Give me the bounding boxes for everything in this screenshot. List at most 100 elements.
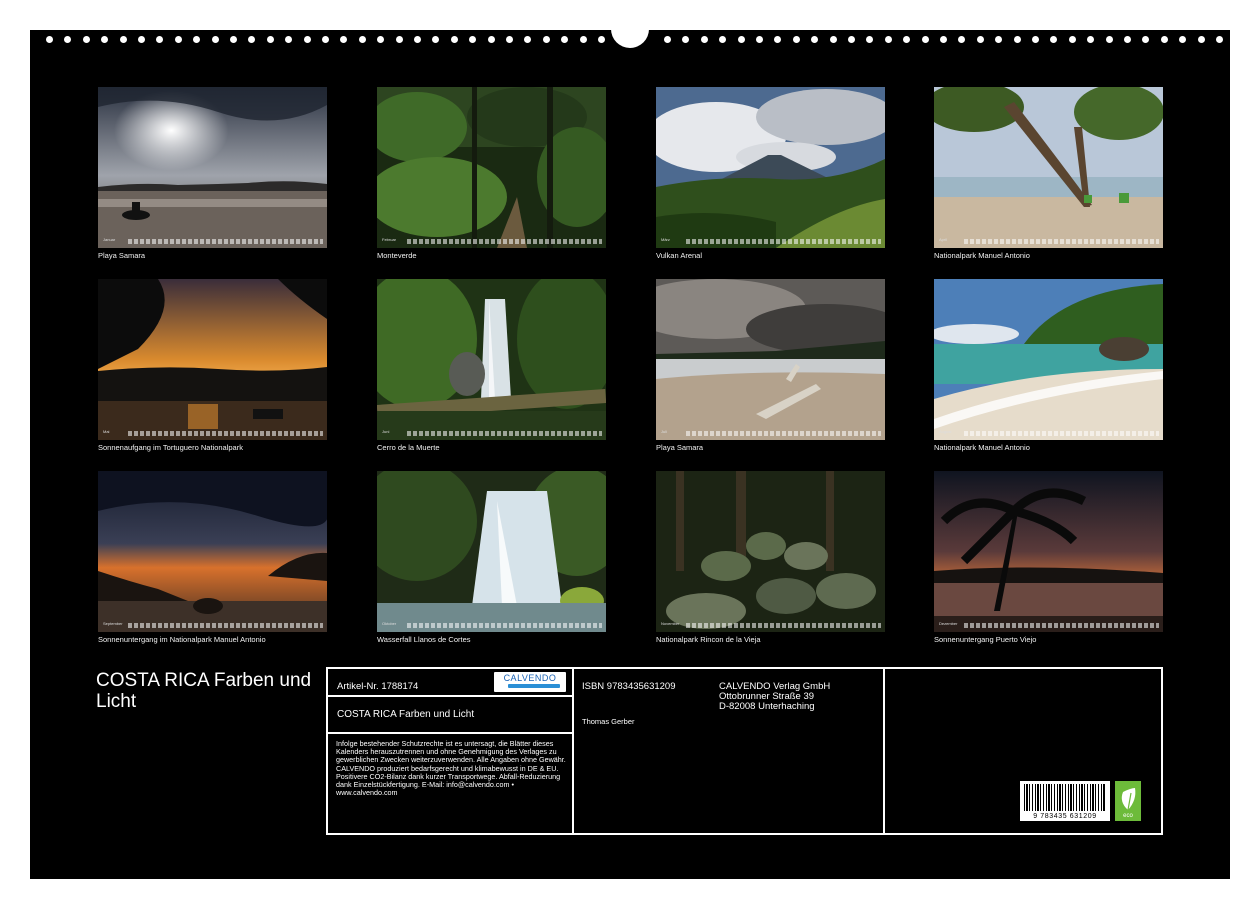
calendar-grid-strip: April xyxy=(936,237,1161,245)
binding-hole xyxy=(1179,36,1187,43)
photo-caption: Sonnenuntergang Puerto Viejo xyxy=(934,635,1037,644)
binding-hole xyxy=(46,36,53,43)
binding-hole xyxy=(598,36,605,43)
photo-caption: Vulkan Arenal xyxy=(656,251,703,260)
binding-hole xyxy=(358,36,366,43)
month-label: April xyxy=(939,237,948,242)
binding-hole xyxy=(322,36,329,43)
binding-hole xyxy=(561,36,569,43)
photo-manuel-antonio-beach: April xyxy=(934,87,1163,248)
month-label: Juli xyxy=(661,429,668,434)
photo-manuel-antonio-sunset: September xyxy=(98,471,327,632)
binding-hole xyxy=(211,36,219,43)
calendar-grid-strip: Oktober xyxy=(379,621,604,629)
calendar-grid-strip: September xyxy=(100,621,325,629)
binding-hole xyxy=(1087,36,1095,43)
binding-hole xyxy=(506,36,513,43)
binding-hole xyxy=(774,36,782,43)
eco-leaf-icon: eco xyxy=(1115,781,1141,821)
binding-hole xyxy=(664,36,671,43)
binding-hole xyxy=(248,36,256,43)
binding-hole xyxy=(266,36,274,43)
photo-puerto-viejo-sunset: Dezember xyxy=(934,471,1163,632)
binding-hole xyxy=(1013,36,1021,43)
binding-hole xyxy=(958,36,966,43)
month-label: Dezember xyxy=(939,621,958,626)
binding-hole xyxy=(469,36,477,43)
calendar-grid-strip: Februar xyxy=(379,237,604,245)
calendar-grid-strip: Januar xyxy=(100,237,325,245)
product-title: COSTA RICA Farben und Licht xyxy=(337,709,475,720)
photo-monteverde-forest: Februar xyxy=(377,87,606,248)
barcode: 9 783435 631209 xyxy=(1020,781,1110,821)
binding-hole xyxy=(1105,36,1113,43)
month-label: März xyxy=(661,237,670,242)
photo-caption: Nationalpark Rincon de la Vieja xyxy=(656,635,761,644)
binding-hole xyxy=(414,36,421,43)
isbn: ISBN 9783435631209 xyxy=(582,681,676,692)
photo-caption: Wasserfall Llanos de Cortes xyxy=(377,635,471,644)
photo-caption: Nationalpark Manuel Antonio xyxy=(934,251,1030,260)
binding-hole xyxy=(1068,36,1076,43)
photo-tortuguero-sunrise: Mai xyxy=(98,279,327,440)
binding-hole xyxy=(682,36,690,43)
binding-hole xyxy=(995,36,1003,43)
binding-hole xyxy=(737,36,745,43)
binding-hole xyxy=(193,36,201,43)
binding-hole xyxy=(285,36,293,43)
month-label: November xyxy=(661,621,680,626)
binding-hole xyxy=(542,36,550,43)
month-label: Februar xyxy=(382,237,397,242)
photo-rincon-de-la-vieja-stones: November xyxy=(656,471,885,632)
calendar-grid-strip: Dezember xyxy=(936,621,1161,629)
binding-hole xyxy=(1050,36,1058,43)
photo-caption: Sonnenuntergang im Nationalpark Manuel A… xyxy=(98,635,266,644)
photo-playa-samara-beach: Januar xyxy=(98,87,327,248)
month-label: Januar xyxy=(103,237,116,242)
binding-hole xyxy=(903,36,911,43)
calendar-grid-strip: November xyxy=(658,621,883,629)
binding-hole xyxy=(119,36,127,43)
legal-notice: Infolge bestehender Schutzrechte ist es … xyxy=(336,739,566,798)
binding-hole xyxy=(940,36,947,43)
article-number: Artikel-Nr. 1788174 xyxy=(337,681,419,692)
calendar-title: COSTA RICA Farben und Licht xyxy=(96,670,312,712)
binding-hole xyxy=(432,36,440,43)
binding-hole xyxy=(377,36,385,43)
binding-hole xyxy=(1124,36,1131,43)
binding-hole xyxy=(921,36,929,43)
binding-hole xyxy=(719,36,727,43)
photo-cerro-de-la-muerte-waterfall: Juni xyxy=(377,279,606,440)
binding-hole xyxy=(976,36,984,43)
calendar-grid-strip: März xyxy=(658,237,883,245)
calendar-grid-strip: Juli xyxy=(658,429,883,437)
photo-caption: Playa Samara xyxy=(98,251,146,260)
photo-caption: Cerro de la Muerte xyxy=(377,443,440,452)
binding-hole xyxy=(756,36,763,43)
binding-hole xyxy=(700,36,708,43)
binding-hole xyxy=(829,36,837,43)
calendar-back-cover: Januar Playa Samara Februar Monteverde M… xyxy=(30,28,1230,879)
binding-hole xyxy=(1142,36,1150,43)
calendar-grid-strip: Juni xyxy=(379,429,604,437)
binding-hole xyxy=(340,36,348,43)
month-label: August xyxy=(939,429,952,434)
calendar-grid-strip: Mai xyxy=(100,429,325,437)
binding-hole xyxy=(792,36,800,43)
publisher-city: D-82008 Unterhaching xyxy=(719,701,815,712)
photo-caption: Playa Samara xyxy=(656,443,704,452)
binding-hole xyxy=(1032,36,1039,43)
binding-hole xyxy=(1197,36,1205,43)
photo-manuel-antonio-coast: August xyxy=(934,279,1163,440)
product-info-box: Artikel-Nr. 1788174 CALVENDO COSTA RICA … xyxy=(326,667,1163,835)
photo-caption: Nationalpark Manuel Antonio xyxy=(934,443,1030,452)
binding-hole xyxy=(524,36,532,43)
month-label: Oktober xyxy=(382,621,397,626)
binding-hole xyxy=(848,36,855,43)
binding-hole xyxy=(579,36,587,43)
author-name: Thomas Gerber xyxy=(582,717,635,726)
binding-hole xyxy=(395,36,403,43)
barcode-number: 9 783435 631209 xyxy=(1033,813,1097,820)
binding-hole xyxy=(101,36,109,43)
binding-hole xyxy=(138,36,145,43)
